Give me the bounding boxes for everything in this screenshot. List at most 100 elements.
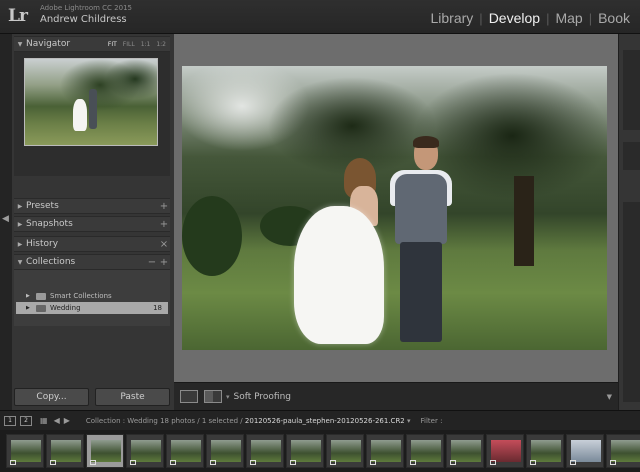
triangle-right-icon: ▶ <box>26 305 30 311</box>
collection-item-wedding[interactable]: ▶ Wedding 18 <box>16 302 168 314</box>
zoom-1-1[interactable]: 1:1 <box>141 41 151 48</box>
module-develop[interactable]: Develop <box>489 10 540 26</box>
thumbnail-image <box>291 440 321 462</box>
photo-bush <box>182 196 242 276</box>
thumbnail-image <box>571 440 601 462</box>
filmstrip-thumbnail[interactable] <box>126 434 164 468</box>
thumbnail-image <box>251 440 281 462</box>
filmstrip-thumbnail[interactable] <box>6 434 44 468</box>
lightroom-logo: Lr <box>8 6 28 26</box>
module-library[interactable]: Library <box>431 10 474 26</box>
navigator-thumbnail[interactable] <box>24 58 158 146</box>
tool-strip[interactable] <box>623 142 640 170</box>
chevron-down-icon: ▾ <box>407 416 411 425</box>
navigator-title: Navigator <box>26 39 71 49</box>
module-book[interactable]: Book <box>598 10 630 26</box>
edited-badge-icon <box>370 460 376 465</box>
left-panel-content: ▼ Navigator FIT FILL 1:1 1:2 ▶ Presets +… <box>14 34 170 410</box>
thumbnail-groom <box>89 89 97 129</box>
collections-list: ▶ Smart Collections ▶ Wedding 18 <box>14 270 170 326</box>
edited-badge-icon <box>50 460 56 465</box>
soft-proofing-toggle[interactable]: Soft Proofing <box>234 392 292 402</box>
navigator-header[interactable]: ▼ Navigator FIT FILL 1:1 1:2 <box>14 36 170 52</box>
thumbnail-image <box>451 440 481 462</box>
zoom-fit[interactable]: FIT <box>108 41 117 48</box>
filmstrip-thumbnail[interactable] <box>526 434 564 468</box>
loupe-view-icon[interactable] <box>180 390 198 403</box>
presets-header[interactable]: ▶ Presets + <box>14 198 170 214</box>
add-collection-icon[interactable]: + <box>158 257 170 268</box>
edited-badge-icon <box>90 460 96 465</box>
filmstrip-thumbnail[interactable] <box>606 434 640 468</box>
before-after-icon[interactable] <box>204 390 222 403</box>
triangle-down-icon: ▼ <box>17 40 23 48</box>
grid-icon[interactable]: ▦ <box>40 416 48 425</box>
filmstrip-thumbnail[interactable] <box>246 434 284 468</box>
module-map[interactable]: Map <box>555 10 582 26</box>
filmstrip-thumbnail[interactable] <box>326 434 364 468</box>
zoom-1-2[interactable]: 1:2 <box>156 41 166 48</box>
add-snapshot-icon[interactable]: + <box>158 219 170 230</box>
module-picker: Library | Develop | Map | Book <box>431 10 631 26</box>
filmstrip-thumbnail[interactable] <box>486 434 524 468</box>
chevron-down-icon[interactable]: ▾ <box>226 393 230 401</box>
edited-badge-icon <box>610 460 616 465</box>
edited-badge-icon <box>210 460 216 465</box>
filmstrip-thumbnail[interactable] <box>566 434 604 468</box>
filmstrip-thumbnail[interactable] <box>286 434 324 468</box>
clear-history-icon[interactable]: × <box>158 239 170 250</box>
secondary-window-button[interactable]: 2 <box>20 415 32 426</box>
develop-toolbar: ▾ Soft Proofing ▼ <box>174 382 618 410</box>
triangle-right-icon: ▶ <box>17 202 23 210</box>
filmstrip-thumbnail[interactable] <box>86 434 124 468</box>
collection-item-smart[interactable]: ▶ Smart Collections <box>16 290 168 302</box>
edited-badge-icon <box>290 460 296 465</box>
edited-badge-icon <box>410 460 416 465</box>
source-collection: Collection : Wedding <box>85 416 158 425</box>
filmstrip-thumbnail[interactable] <box>366 434 404 468</box>
filmstrip-thumbnail[interactable] <box>206 434 244 468</box>
paste-button[interactable]: Paste <box>95 388 170 406</box>
left-panel-edge[interactable]: ◀ <box>0 34 12 410</box>
thumbnail-image <box>131 440 161 462</box>
thumbnail-image <box>371 440 401 462</box>
module-separator: | <box>588 10 593 26</box>
filmstrip-thumbnail[interactable] <box>446 434 484 468</box>
toolbar-menu-icon[interactable]: ▼ <box>607 393 612 401</box>
history-title: History <box>26 239 59 249</box>
identity-plate: Lr Adobe Lightroom CC 2015 Andrew Childr… <box>0 0 640 34</box>
filmstrip-thumbnail[interactable] <box>46 434 84 468</box>
history-header[interactable]: ▶ History × <box>14 236 170 252</box>
thumbnail-image <box>331 440 361 462</box>
add-preset-icon[interactable]: + <box>158 201 170 212</box>
collections-header[interactable]: ▼ Collections − + <box>14 254 170 270</box>
triangle-right-icon: ▶ <box>17 240 23 248</box>
photo-tree-trunk <box>514 176 534 266</box>
filmstrip-thumbnail[interactable] <box>166 434 204 468</box>
snapshots-header[interactable]: ▶ Snapshots + <box>14 216 170 232</box>
remove-collection-icon[interactable]: − <box>146 257 158 268</box>
triangle-right-icon: ▶ <box>17 220 23 228</box>
filmstrip <box>0 430 640 472</box>
edited-badge-icon <box>570 460 576 465</box>
filmstrip-thumbnail[interactable] <box>406 434 444 468</box>
edited-badge-icon <box>250 460 256 465</box>
edited-badge-icon <box>130 460 136 465</box>
photo-groom-hair <box>413 136 439 148</box>
collection-count: 18 <box>153 304 162 312</box>
thumbnail-image <box>211 440 241 462</box>
thumbnail-bride <box>73 99 87 131</box>
thumbnail-image <box>411 440 441 462</box>
copy-button[interactable]: Copy... <box>14 388 89 406</box>
collapse-left-icon[interactable]: ◀ <box>2 214 9 224</box>
main-photo[interactable] <box>182 66 607 350</box>
user-name: Andrew Childress <box>40 14 127 25</box>
thumbnail-image <box>51 440 81 462</box>
thumbnail-image <box>531 440 561 462</box>
zoom-fill[interactable]: FILL <box>123 41 135 48</box>
source-path[interactable]: Collection : Wedding 18 photos / 1 selec… <box>86 417 411 425</box>
main-window-button[interactable]: 1 <box>4 415 16 426</box>
product-name: Adobe Lightroom CC 2015 <box>40 4 132 12</box>
filter-label[interactable]: Filter : <box>421 417 443 425</box>
navigation-arrows-icon[interactable]: ◀▶ <box>54 416 74 425</box>
